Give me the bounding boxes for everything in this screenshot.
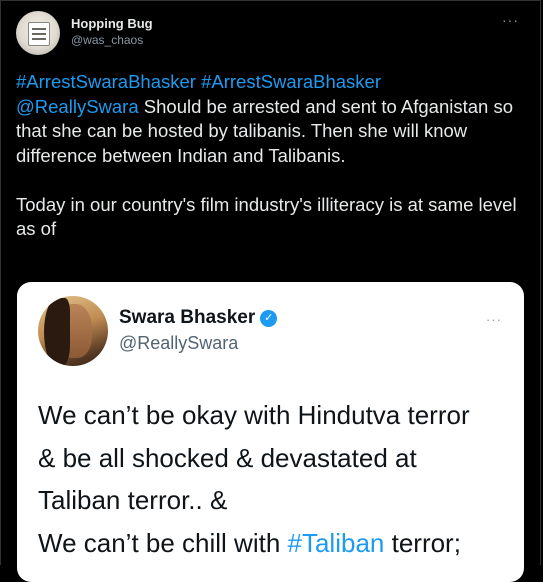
mug-avatar-icon [28,22,50,46]
hashtag-link[interactable]: #ArrestSwaraBhasker [201,71,381,92]
author-avatar[interactable] [16,11,60,55]
tweet-header: Hopping Bug @was_chaos ··· [16,11,525,59]
mention-link[interactable]: @ReallySwara [16,96,139,117]
hashtag-link[interactable]: #ArrestSwaraBhasker [16,71,196,92]
embedded-handle: @ReallySwara [119,333,239,353]
embedded-line: We can’t be okay with Hindutva terror [38,400,470,430]
tweet-card[interactable]: Hopping Bug @was_chaos ··· #ArrestSwaraB… [0,0,541,582]
tweet-text-part2: Today in our country's film industry's i… [16,193,522,240]
embedded-display-name: Swara Bhasker ✓ [119,306,278,330]
author-handle[interactable]: @was_chaos [71,32,153,49]
embedded-author-avatar [38,296,108,366]
embedded-line: We can’t be chill with #Taliban terror; [38,527,461,558]
embedded-hashtag: #Taliban [287,527,385,558]
embedded-line: & be all shocked & devastated at [38,442,417,473]
tweet-text: #ArrestSwaraBhasker #ArrestSwaraBhasker … [16,70,526,242]
author-display-name[interactable]: Hopping Bug [71,15,153,32]
more-options-icon[interactable]: ··· [502,13,519,27]
author-names: Hopping Bug @was_chaos [71,15,153,49]
embedded-more-icon: ··· [486,312,502,327]
embedded-line: Taliban terror.. & [38,485,228,515]
verified-badge-icon: ✓ [260,310,278,327]
embedded-tweet-text: We can’t be okay with Hindutva terror & … [38,394,518,564]
embedded-tweet-image[interactable]: Swara Bhasker ✓ @ReallySwara ··· We can’t… [17,282,524,582]
